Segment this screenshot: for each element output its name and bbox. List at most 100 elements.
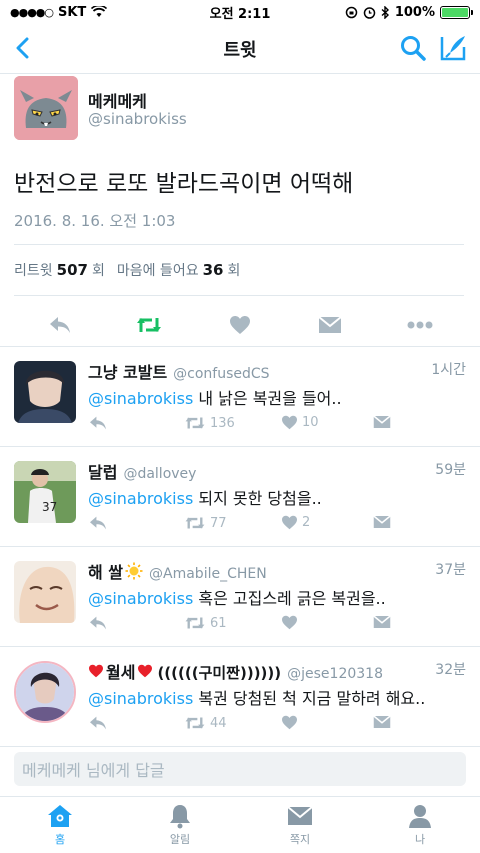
reply-item[interactable]: 37 달럽 @dallovey 59분 @sinabrokiss 되지 못한 당…	[0, 447, 480, 547]
author-avatar[interactable]	[14, 76, 78, 140]
reply-author-handle[interactable]: @confusedCS	[173, 366, 269, 382]
envelope-icon	[373, 715, 391, 728]
reply-message-button[interactable]	[373, 715, 391, 729]
reply-icon	[90, 616, 106, 630]
mention-link[interactable]: @sinabrokiss	[88, 389, 193, 408]
retweet-count: 61	[210, 615, 227, 631]
clock: 오전 2:11	[209, 6, 271, 22]
battery-percent: 100%	[394, 4, 435, 20]
tab-me[interactable]: 나	[380, 803, 460, 847]
reply-like-button[interactable]	[281, 715, 302, 730]
mention-link[interactable]: @sinabrokiss	[88, 689, 193, 708]
divider	[14, 244, 464, 245]
reply-author-handle[interactable]: @dallovey	[123, 466, 196, 482]
likes-suffix: 회	[227, 263, 241, 279]
back-button[interactable]	[6, 32, 38, 64]
tab-label: 나	[414, 833, 426, 846]
reply-text: @sinabrokiss 혹은 고집스레 긁은 복권을..	[88, 585, 386, 609]
reply-retweet-button[interactable]: 44	[184, 715, 227, 731]
reply-text: @sinabrokiss 복권 당첨된 척 지금 말하려 해요..	[88, 685, 425, 709]
heart-icon	[282, 415, 297, 430]
reply-avatar[interactable]	[14, 661, 76, 723]
page-title: 트윗	[223, 39, 257, 61]
retweet-count: 77	[210, 515, 227, 531]
tab-messages[interactable]: 쪽지	[260, 803, 340, 847]
reply-retweet-button[interactable]: 136	[184, 415, 235, 431]
reply-header: 해 쌀 @Amabile_CHEN	[88, 559, 267, 583]
more-button[interactable]	[405, 310, 435, 340]
signal-icon: ●●●●○	[10, 5, 54, 19]
reply-reply-button[interactable]	[88, 515, 108, 531]
reply-author-handle[interactable]: @jese120318	[287, 666, 383, 682]
search-button[interactable]	[398, 33, 428, 63]
status-bar: ●●●●○ SKT 오전 2:11 100%	[0, 0, 480, 24]
reply-body: 혹은 고집스레 긁은 복권을..	[193, 589, 386, 608]
reply-like-button[interactable]	[281, 615, 302, 630]
heart-icon	[282, 715, 297, 730]
retweet-icon	[185, 617, 205, 629]
bluetooth-icon	[381, 5, 389, 19]
likes-count[interactable]: 36	[203, 261, 224, 279]
author-name[interactable]: 메케메케	[88, 88, 147, 112]
mention-link[interactable]: @sinabrokiss	[88, 489, 193, 508]
message-button[interactable]	[315, 310, 345, 340]
reply-item[interactable]: 월세 ((((((구미짠)))))) @jese120318 32분 @sina…	[0, 647, 480, 747]
bell-icon	[170, 805, 190, 829]
reply-author-handle[interactable]: @Amabile_CHEN	[149, 566, 267, 582]
reply-header: 달럽 @dallovey	[88, 459, 196, 483]
lock-rotation-icon	[345, 6, 358, 18]
carrier-label: SKT	[58, 4, 87, 20]
reply-reply-button[interactable]	[88, 415, 108, 431]
svg-text:37: 37	[42, 500, 57, 514]
tab-label: 알림	[169, 833, 191, 846]
tweet-actions	[0, 302, 480, 348]
reply-like-button[interactable]: 10	[281, 415, 319, 430]
like-button[interactable]	[225, 310, 255, 340]
reply-author-name[interactable]: 그냥 코발트	[88, 359, 167, 383]
reply-actions: 44	[88, 715, 468, 737]
tab-notifications[interactable]: 알림	[140, 803, 220, 847]
reply-text: @sinabrokiss 내 낡은 복권을 들어..	[88, 385, 342, 409]
reply-avatar[interactable]	[14, 361, 76, 423]
reply-message-button[interactable]	[373, 615, 391, 629]
person-photo-image	[14, 361, 76, 423]
reply-message-button[interactable]	[373, 515, 391, 529]
sun-emoji-icon	[125, 562, 143, 580]
author-handle[interactable]: @sinabrokiss	[88, 110, 187, 128]
reply-reply-button[interactable]	[88, 715, 108, 731]
reply-actions: 77 2	[88, 515, 468, 537]
reply-message-button[interactable]	[373, 415, 391, 429]
reply-time: 1시간	[431, 362, 466, 378]
envelope-icon	[373, 615, 391, 628]
envelope-icon	[318, 316, 342, 333]
tab-home[interactable]: 홈	[20, 803, 100, 847]
reply-avatar[interactable]: 37	[14, 461, 76, 523]
compose-button[interactable]	[438, 33, 468, 63]
reply-icon	[90, 416, 106, 430]
tab-label: 홈	[54, 833, 66, 846]
reply-author-name-suffix[interactable]: ((((((구미짠))))))	[157, 662, 281, 683]
retweet-icon	[185, 417, 205, 429]
mention-link[interactable]: @sinabrokiss	[88, 589, 193, 608]
reply-retweet-button[interactable]: 77	[184, 515, 227, 531]
reply-item[interactable]: 해 쌀 @Amabile_CHEN 37분 @sinabrokiss 혹은 고집…	[0, 547, 480, 647]
reply-avatar[interactable]	[14, 561, 76, 623]
retweet-count: 136	[210, 415, 235, 431]
reply-input[interactable]: 메케메케 님에게 답글	[14, 752, 466, 786]
retweet-button[interactable]	[134, 310, 164, 340]
reply-reply-button[interactable]	[88, 615, 108, 631]
likes-label[interactable]: 마음에 들어요	[117, 260, 199, 280]
wifi-icon	[91, 6, 108, 17]
reply-button[interactable]	[45, 310, 75, 340]
retweet-icon	[185, 717, 205, 729]
retweets-count[interactable]: 507	[57, 261, 88, 279]
reply-author-name[interactable]: 월세	[106, 659, 135, 683]
reply-like-button[interactable]: 2	[281, 515, 310, 530]
reply-author-name[interactable]: 해 쌀	[88, 559, 123, 583]
divider	[14, 295, 464, 296]
envelope-icon	[373, 415, 391, 428]
reply-retweet-button[interactable]: 61	[184, 615, 227, 631]
retweets-label[interactable]: 리트윗	[14, 260, 53, 280]
reply-author-name[interactable]: 달럽	[88, 459, 117, 483]
reply-item[interactable]: 그냥 코발트 @confusedCS 1시간 @sinabrokiss 내 낡은…	[0, 347, 480, 447]
